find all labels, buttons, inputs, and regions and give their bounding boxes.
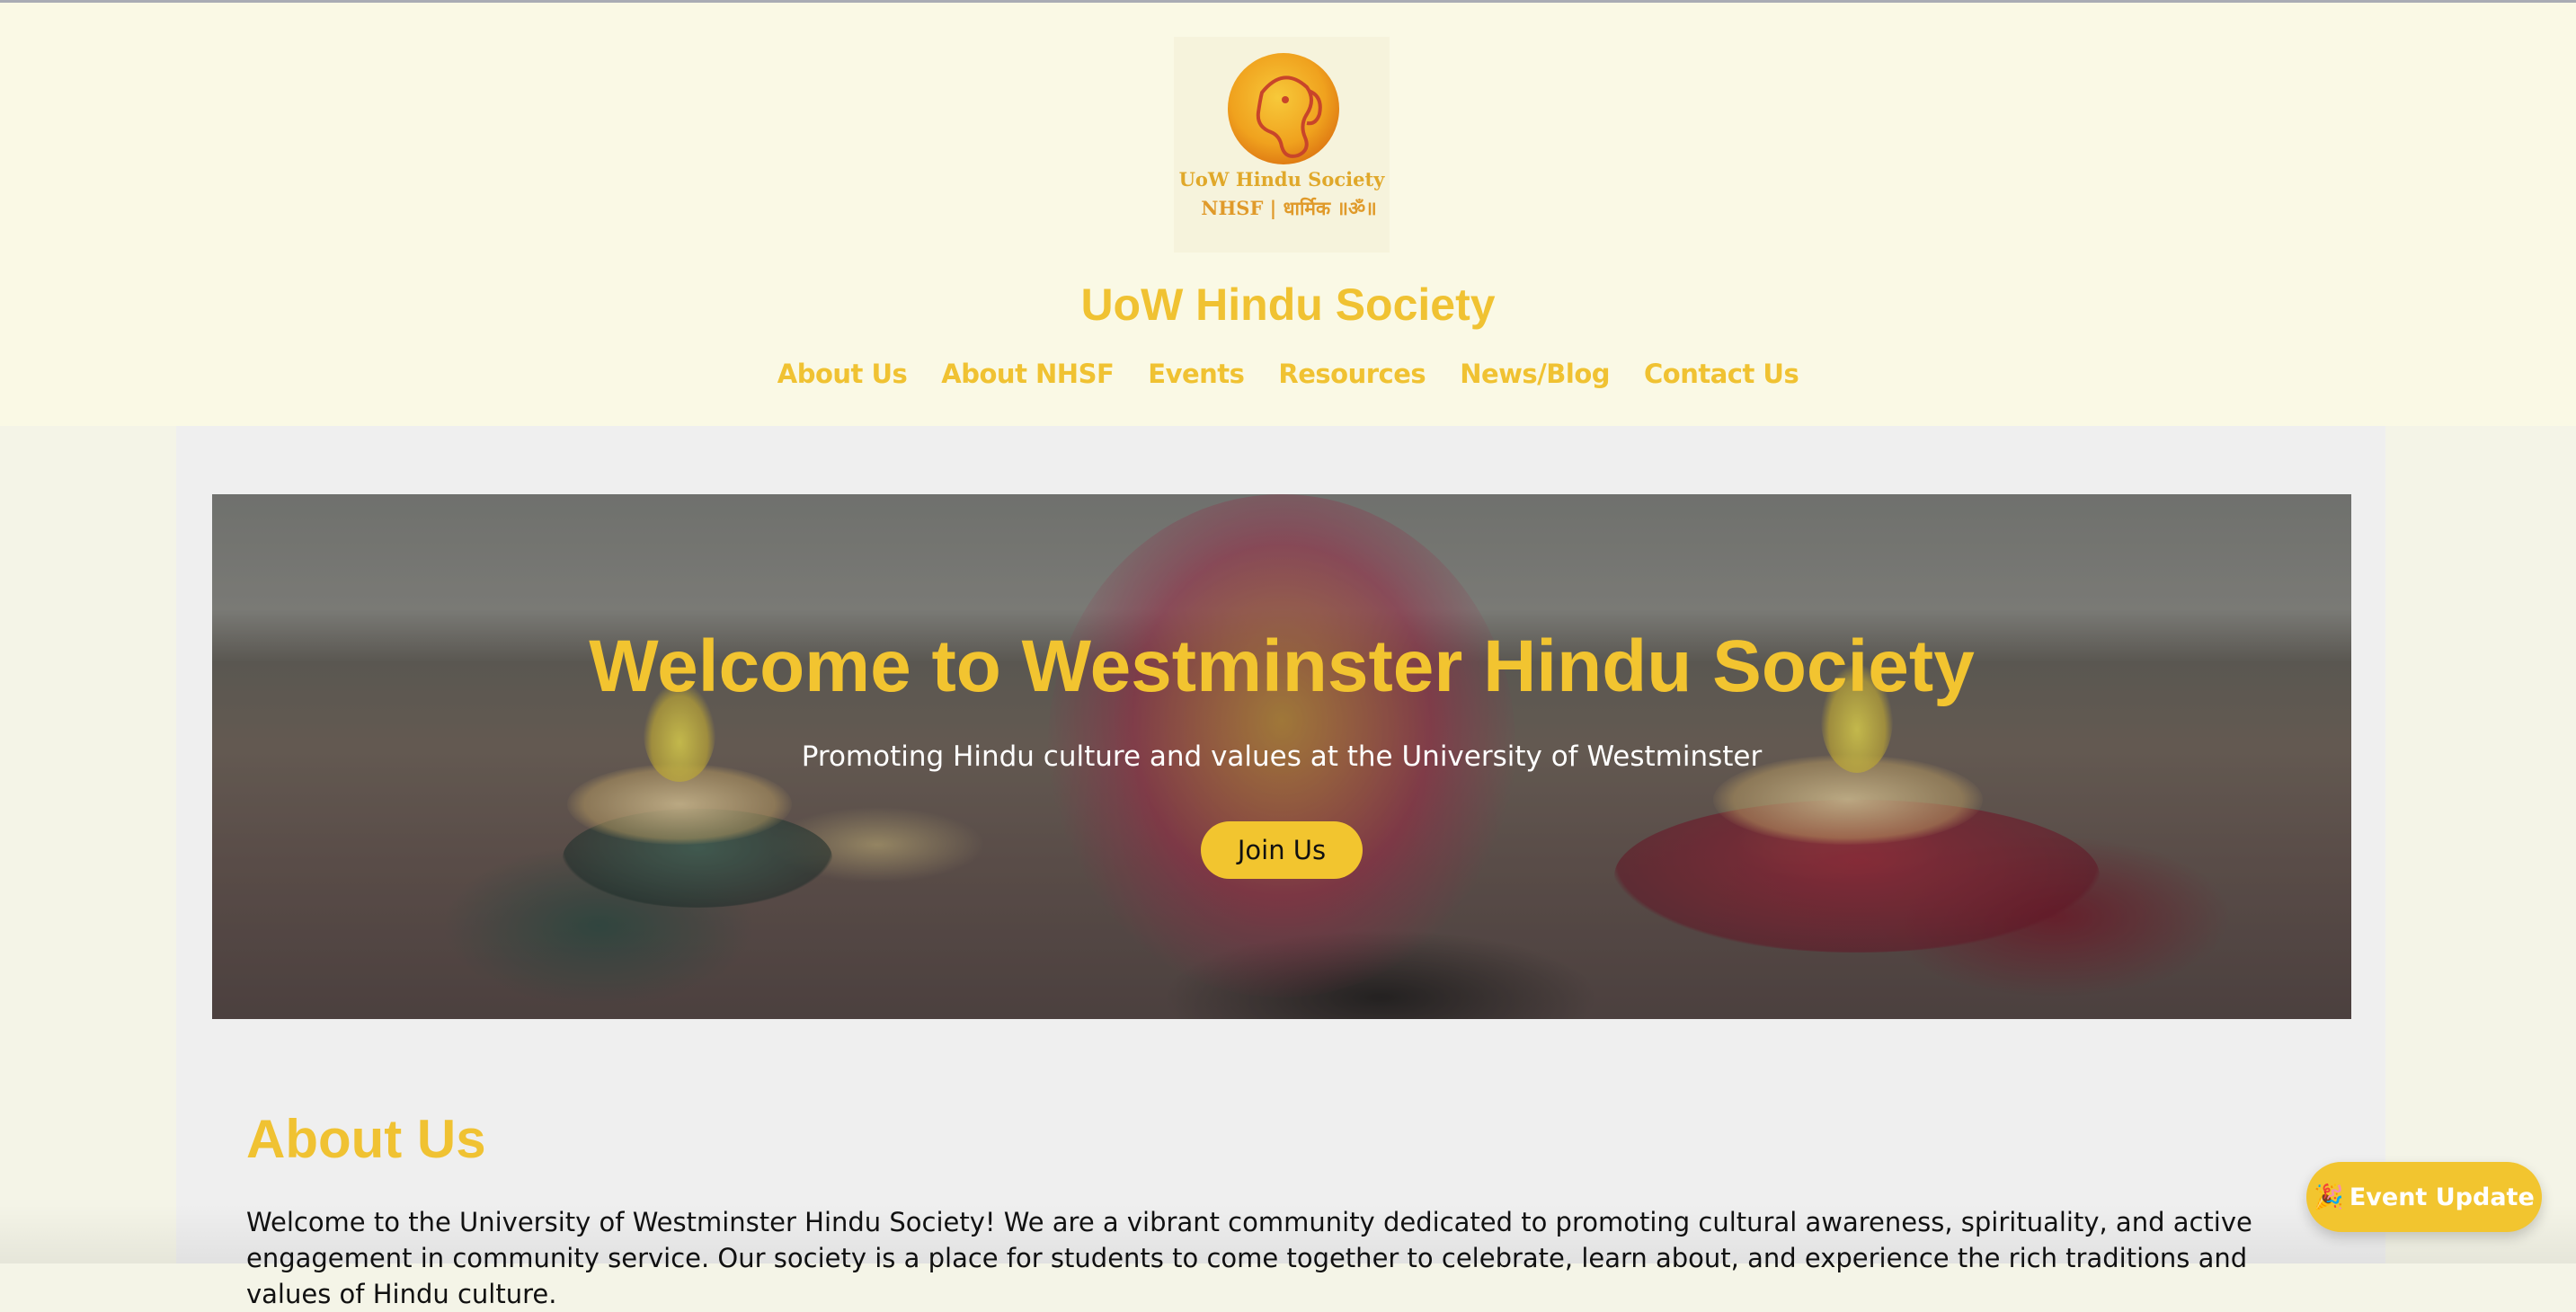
main-nav: About Us About NHSF Events Resources New… [0, 351, 2576, 396]
nav-news-blog[interactable]: News/Blog [1460, 351, 1610, 396]
site-title[interactable]: UoW Hindu Society [0, 272, 2576, 337]
about-text: Welcome to the University of Westminster… [246, 1207, 2252, 1309]
logo-text-line1: UoW Hindu Society [1179, 168, 1386, 191]
hero-title: Welcome to Westminster Hindu Society [589, 625, 1975, 707]
nav-about-nhsf[interactable]: About NHSF [941, 351, 1114, 396]
site-header: UoW Hindu Society NHSF | धार्मिक ॥ॐ॥ UoW… [0, 3, 2576, 426]
join-us-button[interactable]: Join Us [1201, 821, 1363, 879]
logo-text-line2: NHSF | धार्मिक ॥ॐ॥ [1201, 197, 1376, 219]
party-popper-icon: 🎉 [2314, 1183, 2344, 1211]
ganesha-logo-icon: UoW Hindu Society NHSF | धार्मिक ॥ॐ॥ [1179, 53, 1386, 219]
hero-subtitle: Promoting Hindu culture and values at th… [801, 740, 1763, 773]
about-heading: About Us [246, 1109, 486, 1169]
nav-contact-us[interactable]: Contact Us [1644, 351, 1799, 396]
event-update-label: Event Update [2349, 1183, 2535, 1211]
nav-events[interactable]: Events [1148, 351, 1245, 396]
hero-banner: Welcome to Westminster Hindu Society Pro… [212, 494, 2351, 1019]
event-update-button[interactable]: 🎉 Event Update [2306, 1162, 2542, 1232]
nav-about-us[interactable]: About Us [777, 351, 908, 396]
society-logo[interactable]: UoW Hindu Society NHSF | धार्मिक ॥ॐ॥ [1174, 37, 1390, 253]
nav-resources[interactable]: Resources [1278, 351, 1426, 396]
